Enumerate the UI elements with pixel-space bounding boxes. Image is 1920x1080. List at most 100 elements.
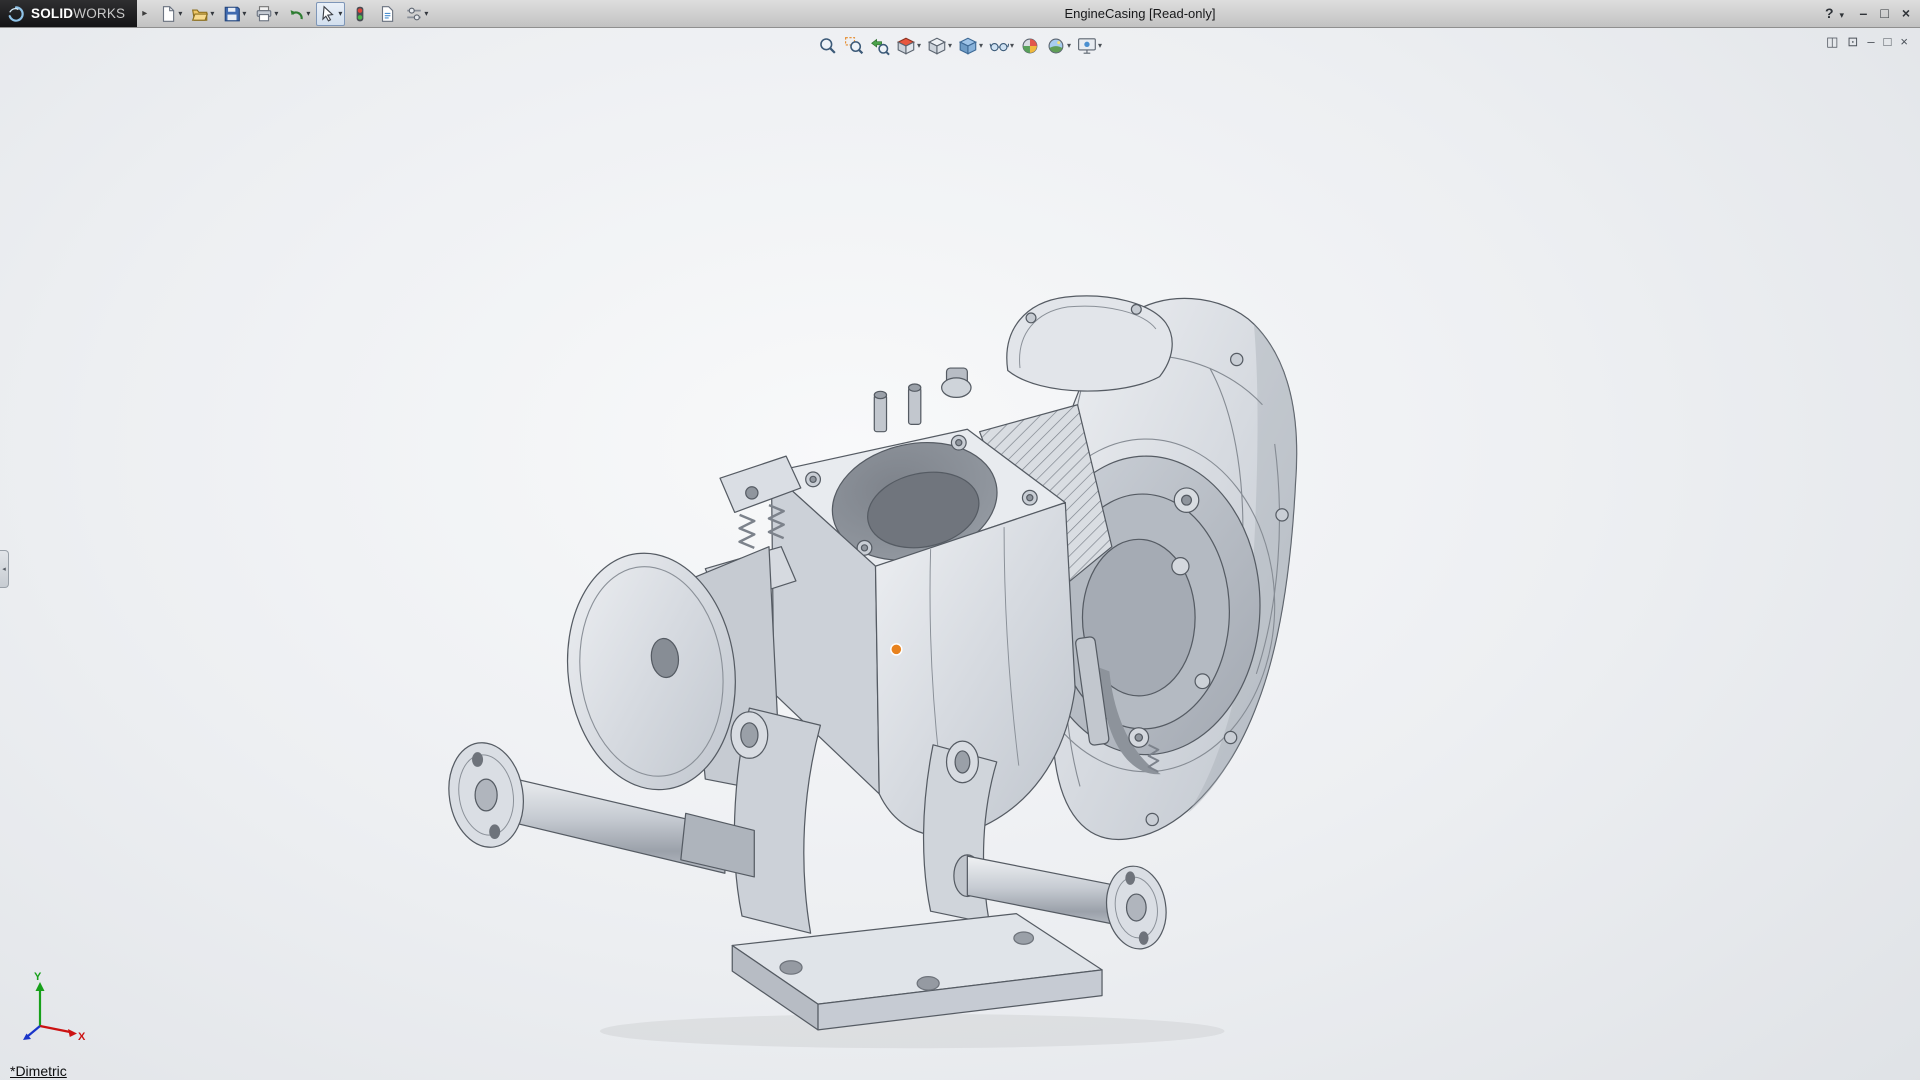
help-icon: ? — [1825, 5, 1834, 21]
options-icon — [405, 5, 423, 23]
undo-icon — [287, 5, 305, 23]
collapse-arrow-icon: ◂ — [2, 565, 6, 573]
display-style-button[interactable]: ▾ — [957, 35, 984, 57]
select-button[interactable]: ▾ — [316, 2, 345, 26]
open-button[interactable]: ▾ — [188, 2, 217, 26]
model-studs — [874, 384, 921, 432]
new-button[interactable]: ▾ — [156, 2, 185, 26]
view-settings-button[interactable]: ▾ — [1076, 35, 1103, 57]
rebuild-button[interactable] — [348, 2, 372, 26]
tile-window-button[interactable]: ◫ — [1826, 33, 1838, 51]
main-toolbar: ▾ ▾ ▾ ▾ ▾ ▾ ▾ — [156, 0, 431, 27]
view-orientation-label: *Dimetric — [10, 1063, 67, 1079]
model-cover-bolt — [1131, 304, 1141, 314]
help-button[interactable]: ? — [1825, 5, 1834, 23]
window-title: EngineCasing [Read-only] — [1064, 0, 1215, 28]
solidworks-logo-icon — [7, 5, 25, 23]
headsup-view-toolbar: ▾ ▾ ▾ ▾ ▾ ▾ — [817, 35, 1103, 57]
file-properties-icon — [378, 5, 396, 23]
display-style-dropdown-caret-icon[interactable]: ▾ — [979, 42, 983, 50]
menu-expand-arrow-icon[interactable]: ▸ — [137, 8, 152, 19]
view-orientation-button[interactable]: ▾ — [926, 35, 953, 57]
section-view-dropdown-caret-icon[interactable]: ▾ — [917, 42, 921, 50]
save-dropdown-caret-icon[interactable]: ▾ — [242, 10, 246, 18]
doc-minimize-icon: – — [1867, 34, 1874, 49]
save-icon — [223, 5, 241, 23]
zoom-to-area-icon — [844, 36, 864, 56]
triad-z-axis — [28, 1026, 40, 1036]
undo-dropdown-caret-icon[interactable]: ▾ — [306, 10, 310, 18]
doc-close-icon: × — [1900, 34, 1908, 49]
options-button[interactable]: ▾ — [402, 2, 431, 26]
minimize-button[interactable]: – — [1860, 5, 1868, 23]
zoom-to-area-button[interactable] — [843, 35, 865, 57]
section-view-button[interactable]: ▾ — [895, 35, 922, 57]
titlebar: SOLIDWORKS ▸ ▾ ▾ ▾ ▾ ▾ ▾ ▾ EngineCasing [Read-… — [0, 0, 1920, 28]
open-icon — [191, 5, 209, 23]
file-properties-button[interactable] — [375, 2, 399, 26]
graphics-viewport[interactable]: ▾ ▾ ▾ ▾ ▾ ▾ ◫ ⊡–□ × ◂ Y X *Dimetric — [0, 28, 1920, 1080]
model-cover-bolt — [1026, 313, 1036, 323]
triad-x-axis — [40, 1026, 70, 1032]
model-flange-left-hub — [475, 779, 497, 811]
hide-show-items-icon — [989, 36, 1009, 56]
engine-casing-model[interactable] — [0, 28, 1920, 1080]
display-style-icon — [958, 36, 978, 56]
doc-close-button[interactable]: × — [1900, 33, 1908, 51]
triad-x-arrow — [68, 1029, 77, 1037]
brand-text: SOLIDWORKS — [31, 6, 125, 21]
maximize-icon: □ — [1880, 5, 1888, 21]
hide-show-items-dropdown-caret-icon[interactable]: ▾ — [1010, 42, 1014, 50]
doc-minimize-button[interactable]: – — [1867, 33, 1874, 51]
zoom-to-fit-button[interactable] — [817, 35, 839, 57]
new-window-button[interactable]: ⊡ — [1847, 33, 1858, 51]
apply-scene-icon — [1046, 36, 1066, 56]
tile-window-icon: ◫ — [1826, 34, 1838, 49]
print-icon — [255, 5, 273, 23]
orientation-triad: Y X — [12, 972, 96, 1056]
view-settings-dropdown-caret-icon[interactable]: ▾ — [1098, 42, 1102, 50]
save-button[interactable]: ▾ — [220, 2, 249, 26]
view-orientation-icon — [927, 36, 947, 56]
model-filler-cap[interactable] — [942, 378, 971, 398]
select-icon — [319, 5, 337, 23]
new-dropdown-caret-icon[interactable]: ▾ — [178, 10, 182, 18]
doc-restore-button[interactable]: □ — [1884, 33, 1892, 51]
previous-view-icon — [870, 36, 890, 56]
apply-scene-button[interactable]: ▾ — [1045, 35, 1072, 57]
view-orientation-dropdown-caret-icon[interactable]: ▾ — [948, 42, 952, 50]
model-flange-right-hub — [1127, 894, 1147, 921]
triad-y-label: Y — [34, 972, 42, 983]
hide-show-items-button[interactable]: ▾ — [988, 35, 1015, 57]
solidworks-logo: SOLIDWORKS — [0, 0, 137, 27]
window-controls: ? ▾ –□ × — [1825, 0, 1910, 28]
model-top-cover[interactable] — [1007, 296, 1172, 391]
select-dropdown-caret-icon[interactable]: ▾ — [338, 10, 342, 18]
zoom-to-fit-icon — [818, 36, 838, 56]
triad-y-arrow — [36, 982, 45, 991]
minimize-icon: – — [1860, 5, 1868, 21]
triad-x-label: X — [78, 1031, 86, 1043]
close-button[interactable]: × — [1902, 5, 1910, 23]
edit-appearance-button[interactable] — [1019, 35, 1041, 57]
section-view-icon — [896, 36, 916, 56]
doc-restore-icon: □ — [1884, 34, 1892, 49]
open-dropdown-caret-icon[interactable]: ▾ — [210, 10, 214, 18]
apply-scene-dropdown-caret-icon[interactable]: ▾ — [1067, 42, 1071, 50]
new-icon — [159, 5, 177, 23]
model-selection-marker[interactable] — [891, 644, 902, 655]
document-window-controls: ◫ ⊡–□ × — [1826, 33, 1908, 51]
rebuild-icon — [351, 5, 369, 23]
maximize-button[interactable]: □ — [1880, 5, 1888, 23]
view-settings-icon — [1077, 36, 1097, 56]
undo-button[interactable]: ▾ — [284, 2, 313, 26]
new-window-icon: ⊡ — [1847, 34, 1858, 49]
previous-view-button[interactable] — [869, 35, 891, 57]
close-icon: × — [1902, 5, 1910, 21]
help-menu-caret-icon: ▾ — [1840, 10, 1845, 20]
print-button[interactable]: ▾ — [252, 2, 281, 26]
edit-appearance-icon — [1020, 36, 1040, 56]
print-dropdown-caret-icon[interactable]: ▾ — [274, 10, 278, 18]
featuremanager-collapse-handle[interactable]: ◂ — [0, 550, 9, 588]
options-dropdown-caret-icon[interactable]: ▾ — [424, 10, 428, 18]
